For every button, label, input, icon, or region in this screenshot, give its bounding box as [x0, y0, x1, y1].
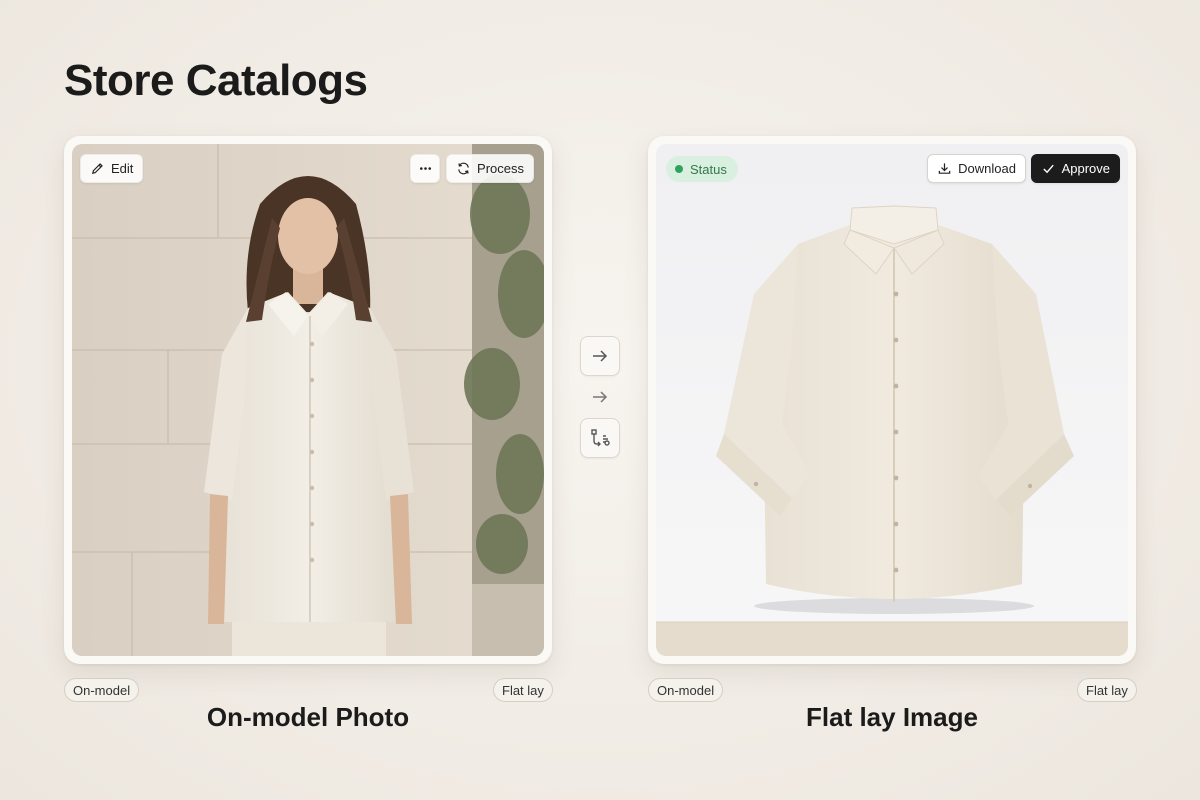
status-dot: [675, 165, 683, 173]
flat-lay-image-caption: Flat lay Image: [806, 702, 978, 732]
process-label: Process: [477, 161, 524, 176]
status-label: Status: [690, 161, 727, 177]
process-button[interactable]: Process: [446, 154, 534, 183]
flat-lay-image: Status Download Approve: [656, 144, 1128, 656]
approve-button[interactable]: Approve: [1030, 154, 1120, 183]
tag-on-model[interactable]: On-model: [64, 678, 140, 702]
check-icon: [1042, 164, 1054, 174]
on-model-photo-caption: On-model Photo: [206, 702, 410, 732]
page-title: Store Catalogs: [64, 56, 368, 105]
ellipsis-icon: [419, 167, 431, 170]
tag-flat-lay[interactable]: Flat lay: [1077, 678, 1137, 702]
on-model-photo-scene: [72, 144, 544, 656]
download-icon: [938, 163, 951, 174]
approve-label: Approve: [1061, 161, 1110, 176]
status-badge: Status: [666, 156, 738, 182]
edit-label: Edit: [111, 161, 134, 176]
download-label: Download: [958, 161, 1016, 176]
more-options-button[interactable]: [410, 154, 440, 183]
flow-arrow: [580, 376, 620, 418]
flat-lay-image-card: Status Download Approve: [648, 136, 1136, 664]
transform-icon: [591, 429, 610, 447]
pencil-icon: [91, 163, 103, 175]
arrow-right-icon: [593, 391, 608, 403]
download-button[interactable]: Download: [927, 154, 1026, 183]
edit-button[interactable]: Edit: [80, 154, 144, 183]
convert-button[interactable]: [580, 336, 620, 376]
arrow-right-icon: [593, 350, 608, 362]
tag-on-model[interactable]: On-model: [648, 678, 724, 702]
transform-button[interactable]: [580, 418, 620, 458]
on-model-photo-card: Edit Process: [64, 136, 552, 664]
flat-lay-image-scene: [656, 144, 1128, 656]
tag-flat-lay[interactable]: Flat lay: [493, 678, 553, 702]
on-model-photo: Edit Process: [72, 144, 544, 656]
refresh-icon: [458, 162, 469, 175]
conversion-controls: [580, 336, 620, 458]
